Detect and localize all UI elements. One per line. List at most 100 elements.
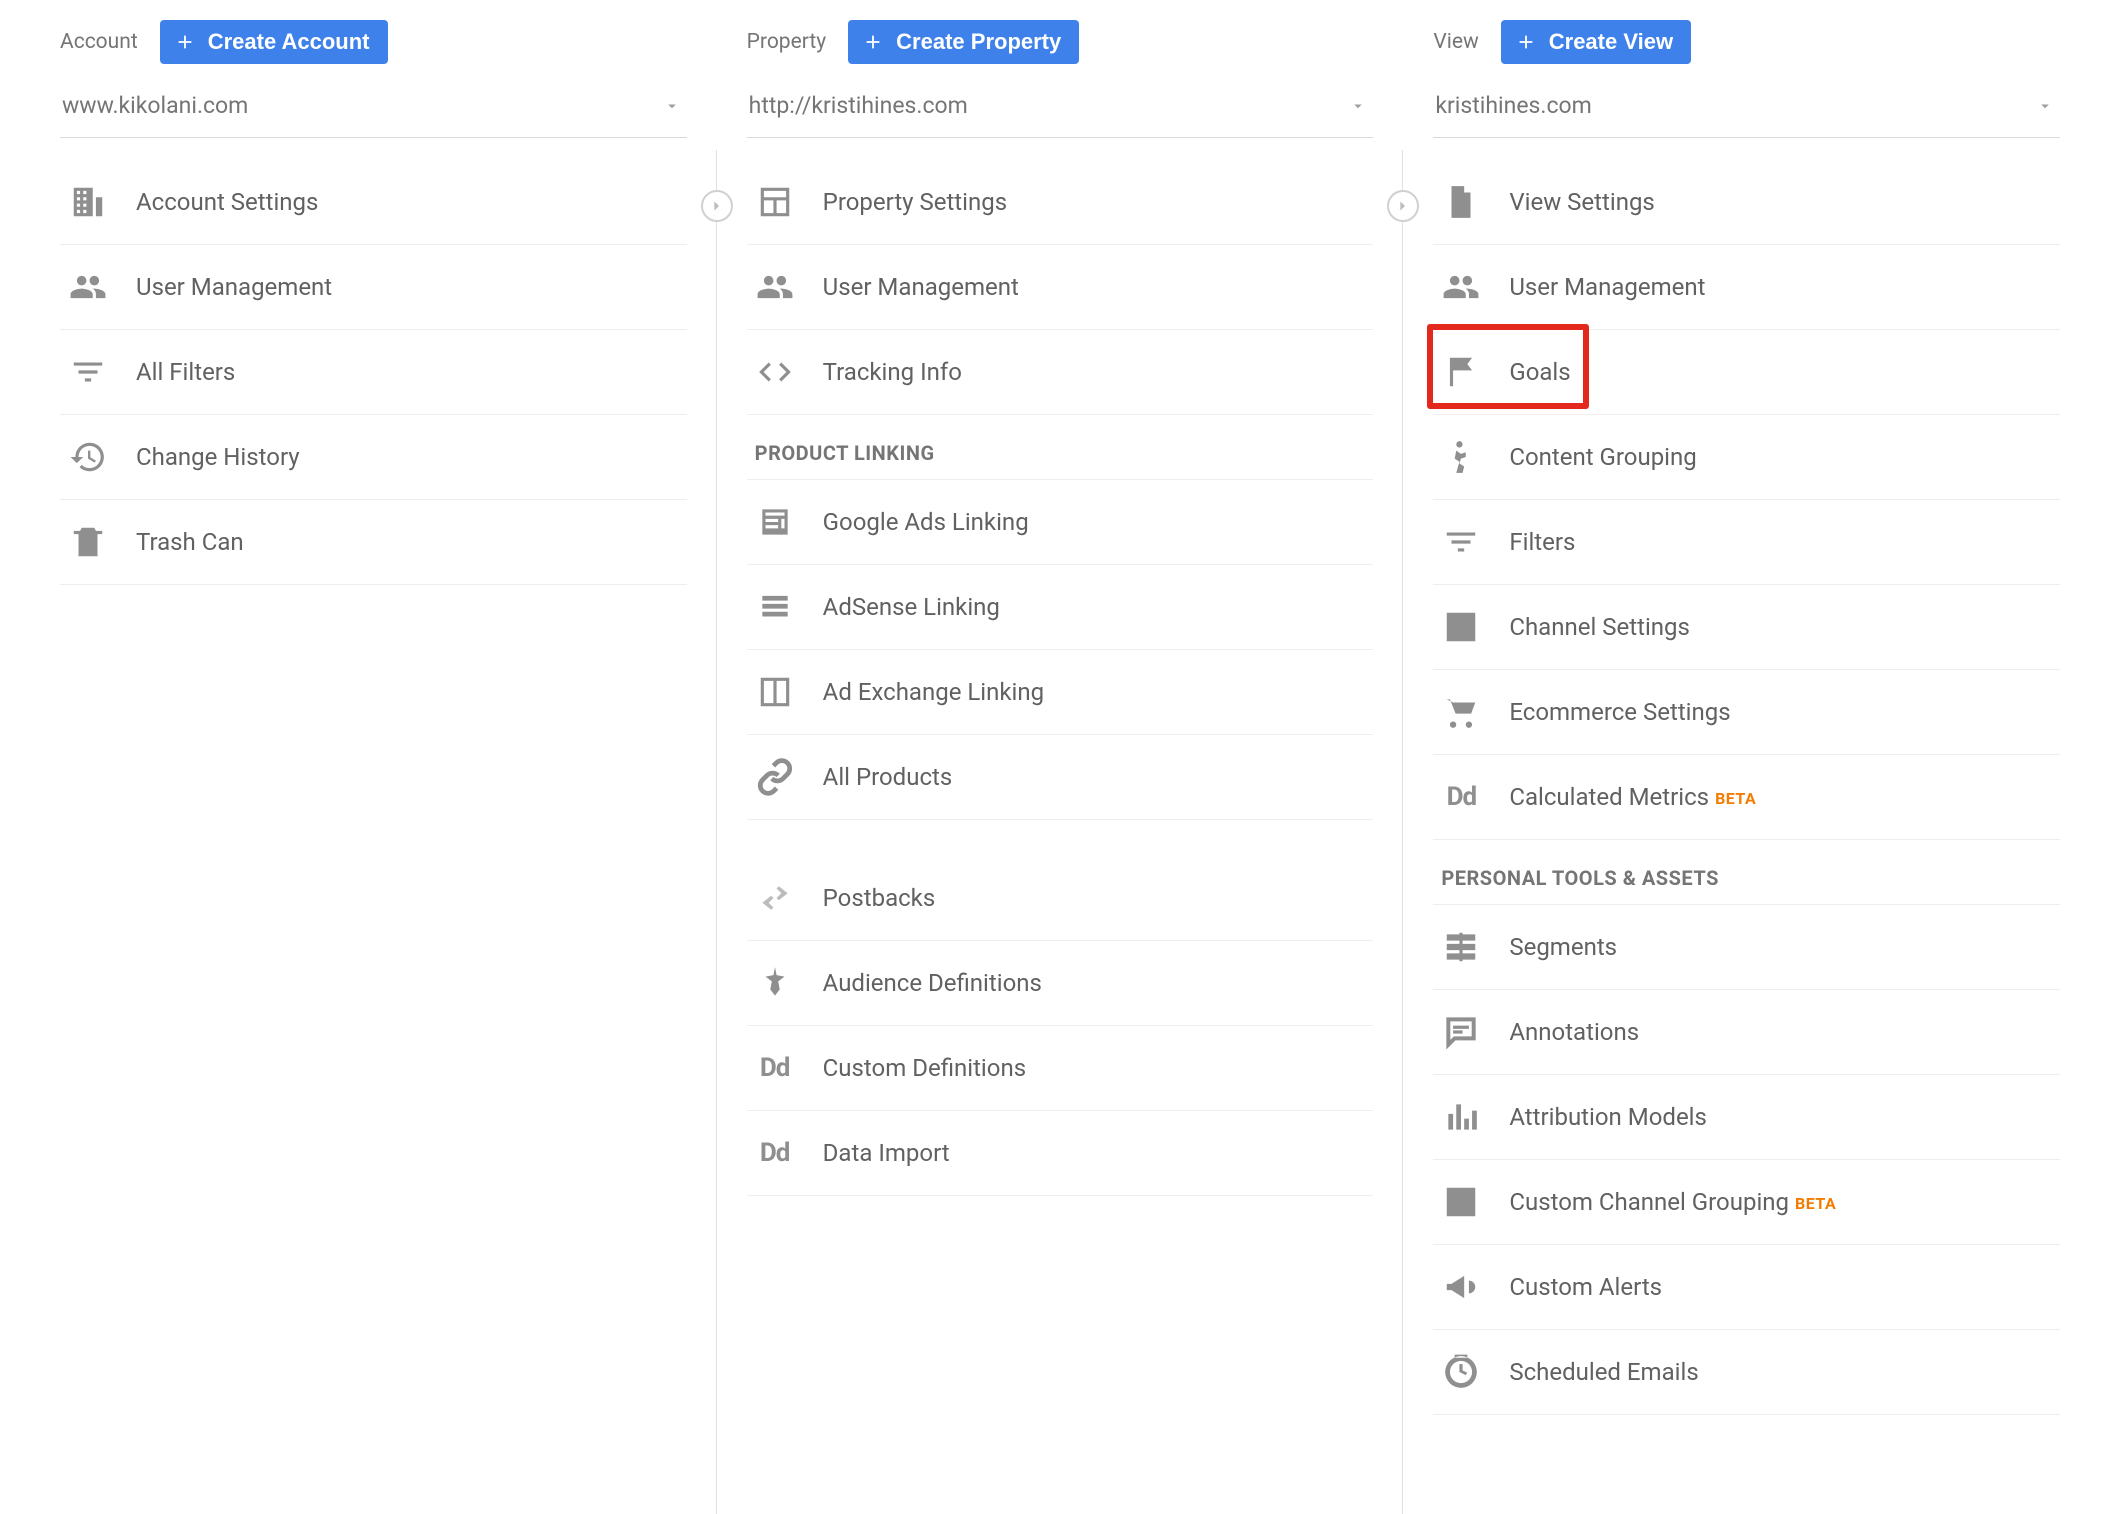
- ecommerce-settings-item[interactable]: Ecommerce Settings: [1433, 670, 2060, 755]
- plus-icon: [862, 31, 884, 53]
- trash-icon: [68, 522, 108, 562]
- segments-item[interactable]: Segments: [1433, 905, 2060, 990]
- product-linking-header: PRODUCT LINKING: [747, 415, 1374, 480]
- property-selector[interactable]: http://kristihines.com: [747, 74, 1374, 138]
- swap-box-icon: [1441, 1182, 1481, 1222]
- postbacks-item[interactable]: Postbacks: [747, 856, 1374, 941]
- content-grouping-item[interactable]: Content Grouping: [1433, 415, 2060, 500]
- dd-icon: Dd: [1441, 777, 1481, 817]
- users-icon: [68, 267, 108, 307]
- data-import-item[interactable]: Dd Data Import: [747, 1111, 1374, 1196]
- trash-can-label: Trash Can: [136, 528, 244, 556]
- all-filters-item[interactable]: All Filters: [60, 330, 687, 415]
- funnel-icon: [1441, 522, 1481, 562]
- data-import-label: Data Import: [823, 1139, 950, 1167]
- annotations-label: Annotations: [1509, 1018, 1639, 1046]
- newspaper-icon: [755, 502, 795, 542]
- google-ads-linking-label: Google Ads Linking: [823, 508, 1029, 536]
- view-settings-item[interactable]: View Settings: [1433, 160, 2060, 245]
- file-icon: [1441, 182, 1481, 222]
- dd-icon: Dd: [755, 1133, 795, 1173]
- bars-icon: [1441, 1097, 1481, 1137]
- beta-tag: BETA: [1715, 789, 1756, 808]
- content-grouping-label: Content Grouping: [1509, 443, 1696, 471]
- view-menu: View Settings User Management Goals Cont…: [1433, 160, 2060, 840]
- tracking-info-label: Tracking Info: [823, 358, 962, 386]
- layout-icon: [755, 182, 795, 222]
- property-column: Property Create Property http://kristihi…: [717, 20, 1404, 1514]
- adsense-linking-label: AdSense Linking: [823, 593, 1000, 621]
- create-property-label: Create Property: [896, 29, 1061, 55]
- adsense-linking-item[interactable]: AdSense Linking: [747, 565, 1374, 650]
- comment-icon: [1441, 1012, 1481, 1052]
- annotations-item[interactable]: Annotations: [1433, 990, 2060, 1075]
- ecommerce-settings-label: Ecommerce Settings: [1509, 698, 1730, 726]
- history-icon: [68, 437, 108, 477]
- property-user-management-label: User Management: [823, 273, 1019, 301]
- custom-definitions-item[interactable]: Dd Custom Definitions: [747, 1026, 1374, 1111]
- view-selector[interactable]: kristihines.com: [1433, 74, 2060, 138]
- channel-settings-item[interactable]: Channel Settings: [1433, 585, 2060, 670]
- caret-down-icon: [2036, 97, 2054, 115]
- audience-definitions-item[interactable]: Audience Definitions: [747, 941, 1374, 1026]
- property-settings-item[interactable]: Property Settings: [747, 160, 1374, 245]
- account-column: Account Create Account www.kikolani.com …: [30, 20, 717, 1514]
- create-account-button[interactable]: Create Account: [160, 20, 388, 64]
- personal-tools-header: PERSONAL TOOLS & ASSETS: [1433, 840, 2060, 905]
- building-icon: [68, 182, 108, 222]
- account-selector[interactable]: www.kikolani.com: [60, 74, 687, 138]
- custom-definitions-label: Custom Definitions: [823, 1054, 1026, 1082]
- all-products-label: All Products: [823, 763, 953, 791]
- change-history-item[interactable]: Change History: [60, 415, 687, 500]
- audience-definitions-label: Audience Definitions: [823, 969, 1042, 997]
- view-filters-item[interactable]: Filters: [1433, 500, 2060, 585]
- view-filters-label: Filters: [1509, 528, 1575, 556]
- all-filters-label: All Filters: [136, 358, 235, 386]
- account-user-management-label: User Management: [136, 273, 332, 301]
- view-column: View Create View kristihines.com View Se…: [1403, 20, 2090, 1514]
- segments-icon: [1441, 927, 1481, 967]
- swap-box-icon: [1441, 607, 1481, 647]
- account-user-management-item[interactable]: User Management: [60, 245, 687, 330]
- property-user-management-item[interactable]: User Management: [747, 245, 1374, 330]
- segments-label: Segments: [1509, 933, 1617, 961]
- link-icon: [755, 757, 795, 797]
- users-icon: [755, 267, 795, 307]
- attribution-models-item[interactable]: Attribution Models: [1433, 1075, 2060, 1160]
- scheduled-emails-label: Scheduled Emails: [1509, 1358, 1698, 1386]
- cart-icon: [1441, 692, 1481, 732]
- code-icon: [755, 352, 795, 392]
- calculated-metrics-label: Calculated MetricsBETA: [1509, 783, 1756, 811]
- split-icon: [755, 672, 795, 712]
- flag-icon: [1441, 352, 1481, 392]
- postbacks-label: Postbacks: [823, 884, 936, 912]
- view-user-management-item[interactable]: User Management: [1433, 245, 2060, 330]
- account-menu: Account Settings User Management All Fil…: [60, 160, 687, 585]
- custom-channel-grouping-label: Custom Channel GroupingBETA: [1509, 1188, 1836, 1216]
- create-view-button[interactable]: Create View: [1501, 20, 1691, 64]
- create-account-label: Create Account: [208, 29, 370, 55]
- calculated-metrics-item[interactable]: Dd Calculated MetricsBETA: [1433, 755, 2060, 840]
- list-icon: [755, 587, 795, 627]
- channel-settings-label: Channel Settings: [1509, 613, 1690, 641]
- account-settings-item[interactable]: Account Settings: [60, 160, 687, 245]
- create-property-button[interactable]: Create Property: [848, 20, 1079, 64]
- google-ads-linking-item[interactable]: Google Ads Linking: [747, 480, 1374, 565]
- custom-alerts-item[interactable]: Custom Alerts: [1433, 1245, 2060, 1330]
- person-run-icon: [1441, 437, 1481, 477]
- all-products-item[interactable]: All Products: [747, 735, 1374, 820]
- view-selected-text: kristihines.com: [1435, 92, 1591, 119]
- tracking-info-item[interactable]: Tracking Info: [747, 330, 1374, 415]
- goals-item[interactable]: Goals: [1433, 330, 2060, 415]
- custom-channel-grouping-item[interactable]: Custom Channel GroupingBETA: [1433, 1160, 2060, 1245]
- trash-can-item[interactable]: Trash Can: [60, 500, 687, 585]
- swap-icon: [755, 878, 795, 918]
- scheduled-emails-item[interactable]: Scheduled Emails: [1433, 1330, 2060, 1415]
- view-settings-label: View Settings: [1509, 188, 1654, 216]
- view-title: View: [1433, 30, 1478, 54]
- ad-exchange-linking-item[interactable]: Ad Exchange Linking: [747, 650, 1374, 735]
- plus-icon: [1515, 31, 1537, 53]
- account-title: Account: [60, 30, 138, 54]
- custom-alerts-label: Custom Alerts: [1509, 1273, 1662, 1301]
- ad-exchange-linking-label: Ad Exchange Linking: [823, 678, 1044, 706]
